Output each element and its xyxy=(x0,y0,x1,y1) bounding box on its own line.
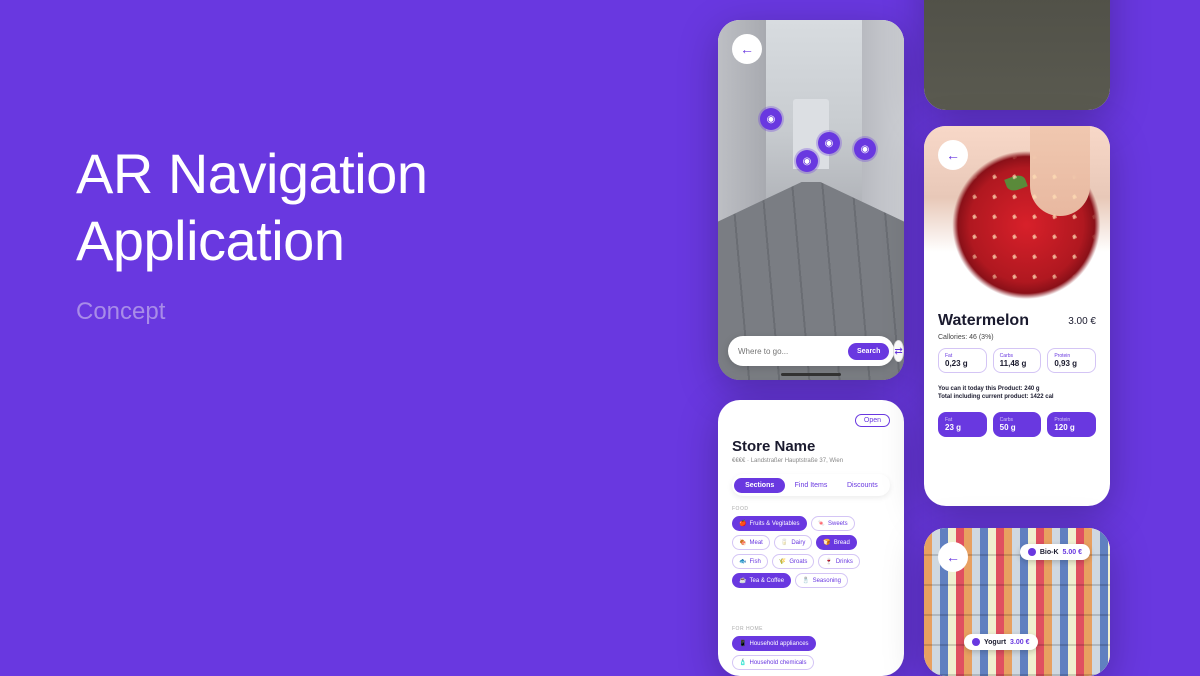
hero-text: AR NavigationApplication Concept xyxy=(76,140,427,326)
home-chips: 📱Household appliances 🧴Household chemical… xyxy=(732,636,894,670)
nutrition-cell: Carbs50 g xyxy=(993,412,1042,437)
category-chip[interactable]: 🍬Sweets xyxy=(811,516,855,531)
ar-pin-icon[interactable]: ◉ xyxy=(796,150,818,172)
category-chip[interactable]: 🌾Groats xyxy=(772,554,815,569)
product-tag[interactable]: Yogurt 3.00 € xyxy=(964,634,1038,650)
nutrition-row-per100: Fat0,23 gCarbs11,48 gProtein0,93 g xyxy=(938,348,1096,373)
back-button[interactable]: ← xyxy=(938,542,968,572)
restaurant-bg xyxy=(924,0,1110,110)
tab-find-items[interactable]: Find Items xyxy=(785,478,836,493)
nutrition-cell: Protein120 g xyxy=(1047,412,1096,437)
category-chip[interactable]: 🐟Fish xyxy=(732,554,768,569)
category-chip[interactable]: 🍷Drinks xyxy=(818,554,860,569)
hero-title: AR NavigationApplication xyxy=(76,140,427,274)
category-chip[interactable]: 🍞Bread xyxy=(816,535,857,550)
ar-pin-icon[interactable]: ◉ xyxy=(760,108,782,130)
ar-pin-icon[interactable]: ◉ xyxy=(854,138,876,160)
product-tag[interactable]: Bio-K 5.00 € xyxy=(1020,544,1090,560)
store-meta: €€€€ · Landstraßer Hauptstraße 37, Wien xyxy=(732,458,843,464)
category-chip[interactable]: 🍎Fruits & Vegitables xyxy=(732,516,807,531)
category-chip[interactable]: ☕Tea & Coffee xyxy=(732,573,791,588)
tag-name: Bio-K xyxy=(1040,549,1059,556)
hero-subtitle: Concept xyxy=(76,298,427,326)
open-badge: Open xyxy=(855,414,890,427)
nutrition-cell: Fat23 g xyxy=(938,412,987,437)
tag-name: Yogurt xyxy=(984,639,1006,646)
mockup-product-detail: ← Watermelon 3.00 € Callories: 46 (3%) F… xyxy=(924,126,1110,506)
tag-dot-icon xyxy=(1028,548,1036,556)
home-indicator xyxy=(781,373,841,376)
search-bar: Search ⇄ xyxy=(728,336,894,366)
consumption-text: You can it today this Product: 240 gTota… xyxy=(938,386,1054,402)
section-label-home: FOR HOME xyxy=(732,626,763,632)
nutrition-cell: Protein0,93 g xyxy=(1047,348,1096,373)
search-input[interactable] xyxy=(738,347,848,356)
store-name: Store Name xyxy=(732,438,815,455)
mockup-ar-street: ← ◉ ◉ ◉ ◉ Search ⇄ xyxy=(718,20,904,380)
nutrition-cell: Carbs11,48 g xyxy=(993,348,1042,373)
street-photo xyxy=(718,20,904,380)
food-chips: 🍎Fruits & Vegitables 🍬Sweets 🍖Meat 🥛Dairy🍞B… xyxy=(732,516,894,588)
mockup-store-detail: Open Store Name €€€€ · Landstraßer Haupt… xyxy=(718,400,904,676)
tag-price: 3.00 € xyxy=(1010,639,1029,646)
category-chip[interactable]: 🧴Household chemicals xyxy=(732,655,814,670)
mockup-store-aisle: ← Bio-K 5.00 € Yogurt 3.00 € xyxy=(924,528,1110,676)
tab-sections[interactable]: Sections xyxy=(734,478,785,493)
nutrition-row-total: Fat23 gCarbs50 gProtein120 g xyxy=(938,412,1096,437)
tag-price: 5.00 € xyxy=(1063,549,1082,556)
category-chip[interactable]: 🍖Meat xyxy=(732,535,770,550)
category-chip[interactable]: 🥛Dairy xyxy=(774,535,813,550)
category-chip[interactable]: 📱Household appliances xyxy=(732,636,816,651)
category-chip[interactable]: 🧂Seasoning xyxy=(795,573,848,588)
product-title: Watermelon xyxy=(938,312,1029,330)
product-price: 3.00 € xyxy=(1068,316,1096,327)
tab-discounts[interactable]: Discounts xyxy=(837,478,888,493)
tab-bar: Sections Find Items Discounts xyxy=(732,474,890,496)
calories-label: Callories: 46 (3%) xyxy=(938,334,994,341)
mockup-restaurant: Avocado Bowl Mango Bowl Tomato Soup M… G… xyxy=(924,0,1110,110)
back-button[interactable]: ← xyxy=(732,34,762,64)
nutrition-cell: Fat0,23 g xyxy=(938,348,987,373)
search-button[interactable]: Search xyxy=(848,343,889,360)
ar-pin-icon[interactable]: ◉ xyxy=(818,132,840,154)
section-label-food: FOOD xyxy=(732,506,748,512)
tag-dot-icon xyxy=(972,638,980,646)
back-button[interactable]: ← xyxy=(938,140,968,170)
filter-icon[interactable]: ⇄ xyxy=(893,340,903,362)
